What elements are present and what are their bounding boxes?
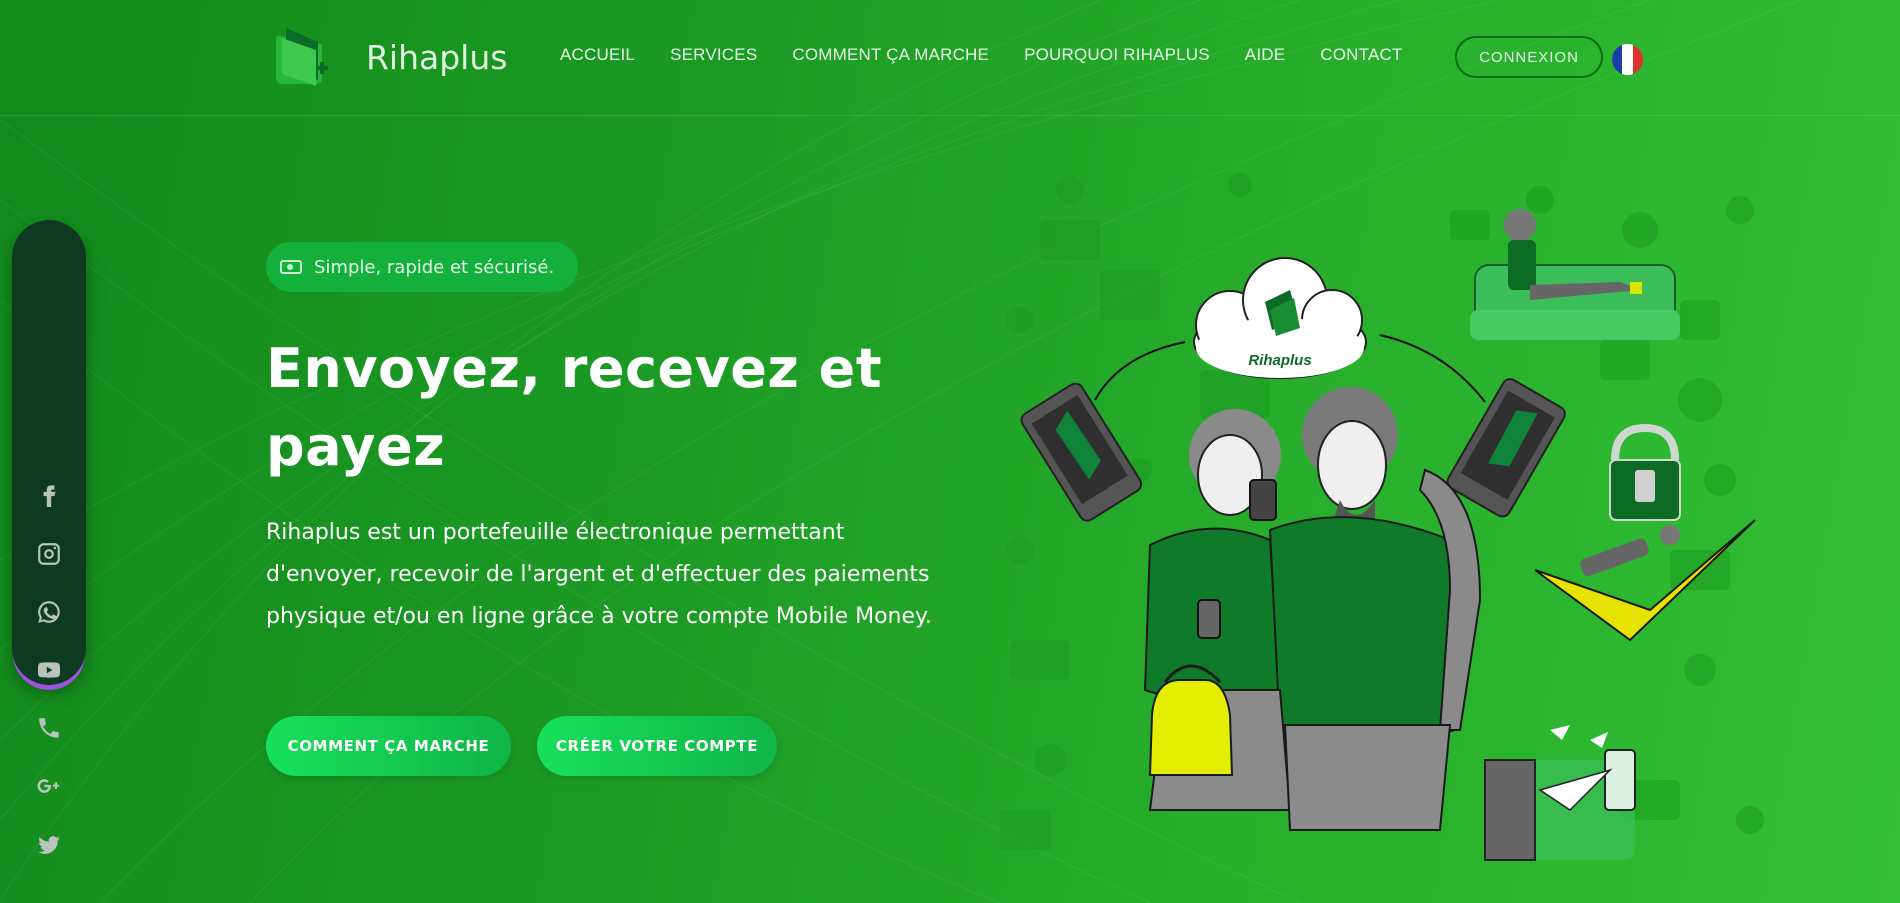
how-it-works-button[interactable]: COMMENT ÇA MARCHE bbox=[266, 716, 511, 776]
social-sidebar bbox=[12, 220, 86, 854]
money-icon bbox=[280, 260, 302, 274]
main-nav: ACCUEIL SERVICES COMMENT ÇA MARCHE POURQ… bbox=[560, 45, 1438, 65]
facebook-icon[interactable] bbox=[12, 474, 86, 514]
google-plus-icon[interactable] bbox=[12, 766, 86, 806]
wallet-logo-icon bbox=[276, 28, 328, 86]
nav-accueil[interactable]: ACCUEIL bbox=[560, 45, 635, 65]
nav-comment-ca-marche[interactable]: COMMENT ÇA MARCHE bbox=[792, 45, 989, 65]
padlock-icon bbox=[1609, 423, 1681, 521]
hero-illustration: Rihaplus bbox=[1000, 173, 1764, 861]
twitter-icon[interactable] bbox=[12, 825, 86, 865]
tagline-text: Simple, rapide et sécurisé. bbox=[314, 256, 555, 278]
instagram-icon[interactable] bbox=[12, 534, 86, 574]
nav-contact[interactable]: CONTACT bbox=[1320, 45, 1402, 65]
right-phone bbox=[1446, 378, 1566, 518]
nav-aide[interactable]: AIDE bbox=[1245, 45, 1285, 65]
left-phone bbox=[1020, 382, 1143, 522]
create-account-button[interactable]: CRÉER VOTRE COMPTE bbox=[537, 716, 777, 776]
french-flag-icon[interactable] bbox=[1612, 44, 1643, 75]
nav-services[interactable]: SERVICES bbox=[670, 45, 757, 65]
cloud-logo: Rihaplus bbox=[1193, 257, 1367, 379]
login-button[interactable]: CONNEXION bbox=[1455, 36, 1603, 78]
cloud-label: Rihaplus bbox=[1248, 352, 1311, 369]
hero-title: Envoyez, recevez et payez bbox=[266, 337, 883, 478]
paper-plane-devices bbox=[1484, 725, 1636, 861]
youtube-icon[interactable] bbox=[12, 650, 86, 690]
tagline-badge: Simple, rapide et sécurisé. bbox=[266, 242, 578, 292]
whatsapp-icon[interactable] bbox=[12, 592, 86, 632]
phone-icon[interactable] bbox=[12, 708, 86, 748]
nav-pourquoi-rihaplus[interactable]: POURQUOI RIHAPLUS bbox=[1024, 45, 1210, 65]
brand-name: Rihaplus bbox=[366, 37, 508, 77]
logo[interactable]: Rihaplus bbox=[272, 22, 507, 92]
hero-description: Rihaplus est un portefeuille électroniqu… bbox=[266, 520, 932, 629]
couple-with-phone bbox=[1143, 387, 1482, 831]
site-header: Rihaplus ACCUEIL SERVICES COMMENT ÇA MAR… bbox=[0, 0, 1900, 116]
